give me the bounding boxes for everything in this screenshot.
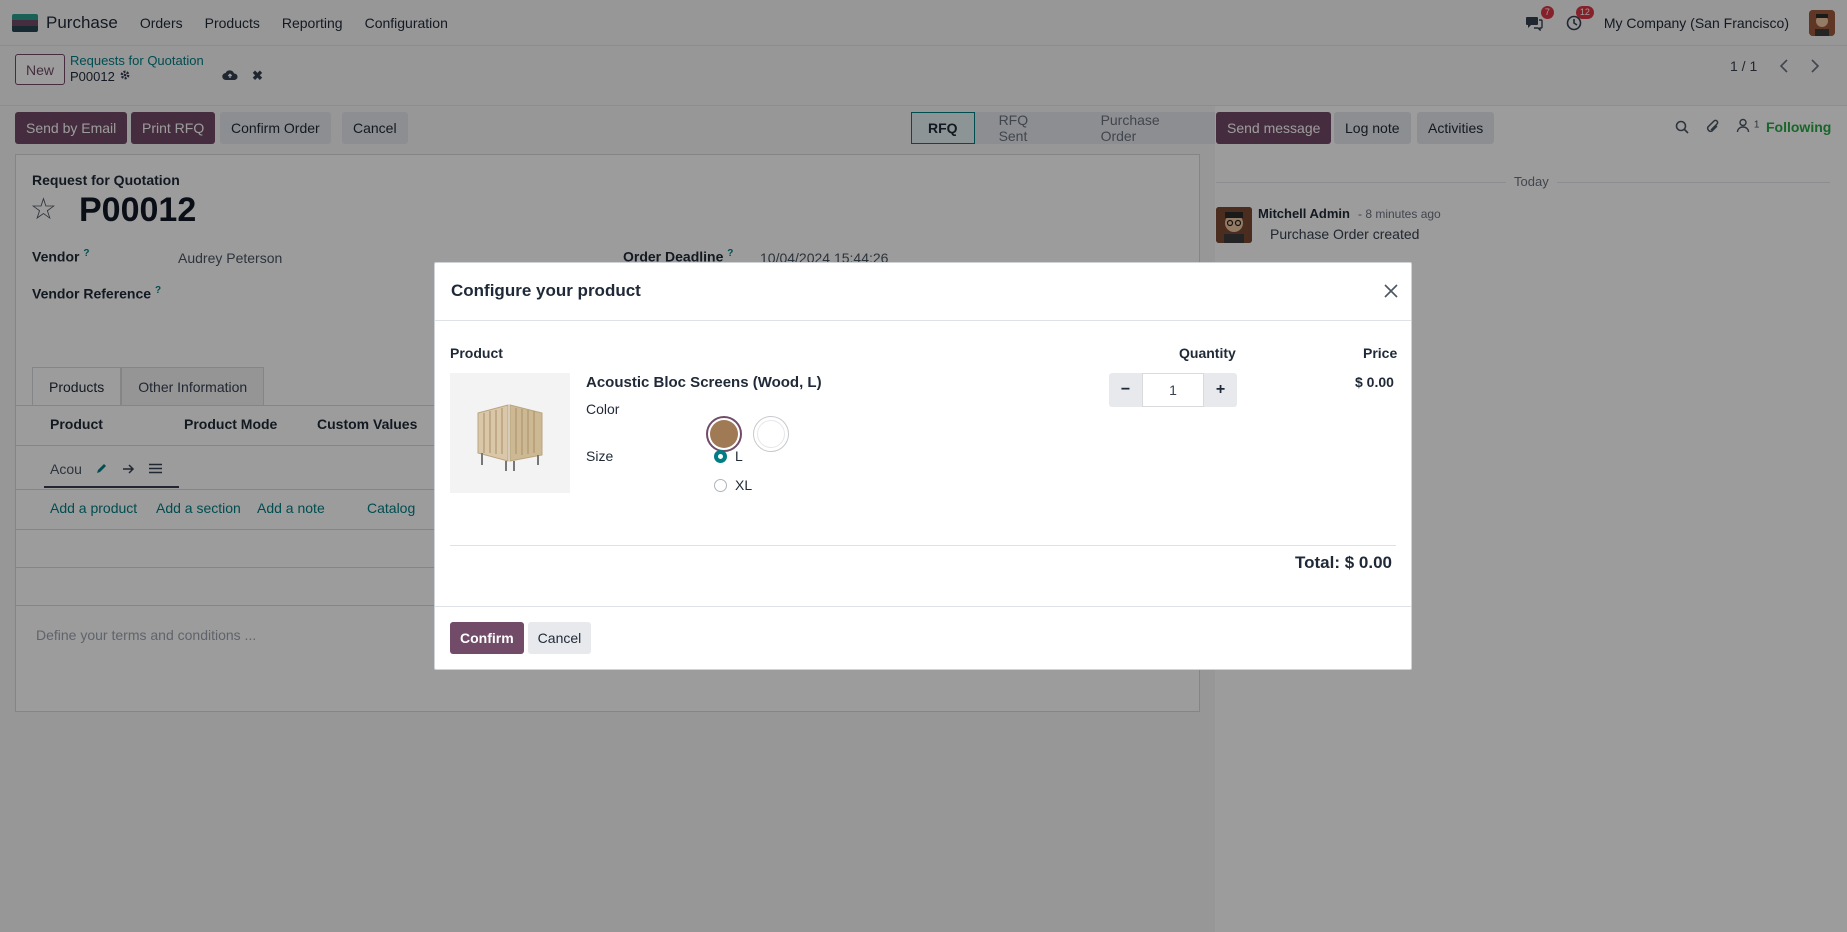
column-price: Price (1363, 345, 1398, 361)
white-color-icon (757, 420, 785, 448)
cancel-button[interactable]: Cancel (527, 622, 592, 654)
minus-icon[interactable]: − (1109, 373, 1142, 407)
quantity-stepper: − 1 + (1109, 373, 1237, 407)
size-option-xl[interactable]: XL (714, 477, 752, 493)
product-name: Acoustic Bloc Screens (Wood, L) (586, 374, 822, 391)
color-swatch-white[interactable] (753, 416, 789, 452)
product-image (450, 373, 570, 493)
column-product: Product (450, 345, 503, 361)
divider (435, 320, 1411, 321)
radio-unchecked-icon[interactable] (714, 478, 727, 492)
product-price: $ 0.00 (1355, 374, 1394, 390)
quantity-input[interactable]: 1 (1142, 373, 1204, 407)
column-quantity: Quantity (1179, 345, 1236, 361)
divider (435, 606, 1411, 607)
color-swatch-wood[interactable] (706, 416, 742, 452)
confirm-button[interactable]: Confirm (450, 622, 524, 654)
dialog-title: Configure your product (451, 281, 641, 300)
divider (450, 545, 1396, 546)
size-option-label: XL (735, 477, 753, 493)
configure-product-dialog: Configure your product Product Quantity … (434, 262, 1412, 670)
size-option-label: L (735, 448, 743, 464)
radio-checked-icon[interactable] (714, 449, 727, 463)
wood-texture-icon (710, 420, 738, 448)
total-price: Total: $ 0.00 (1295, 553, 1392, 572)
size-option-l[interactable]: L (714, 448, 743, 464)
plus-icon[interactable]: + (1204, 373, 1237, 407)
size-label: Size (586, 448, 614, 464)
dialog-footer: Confirm Cancel (450, 622, 592, 654)
color-label: Color (586, 401, 620, 417)
close-icon[interactable] (1379, 279, 1403, 303)
